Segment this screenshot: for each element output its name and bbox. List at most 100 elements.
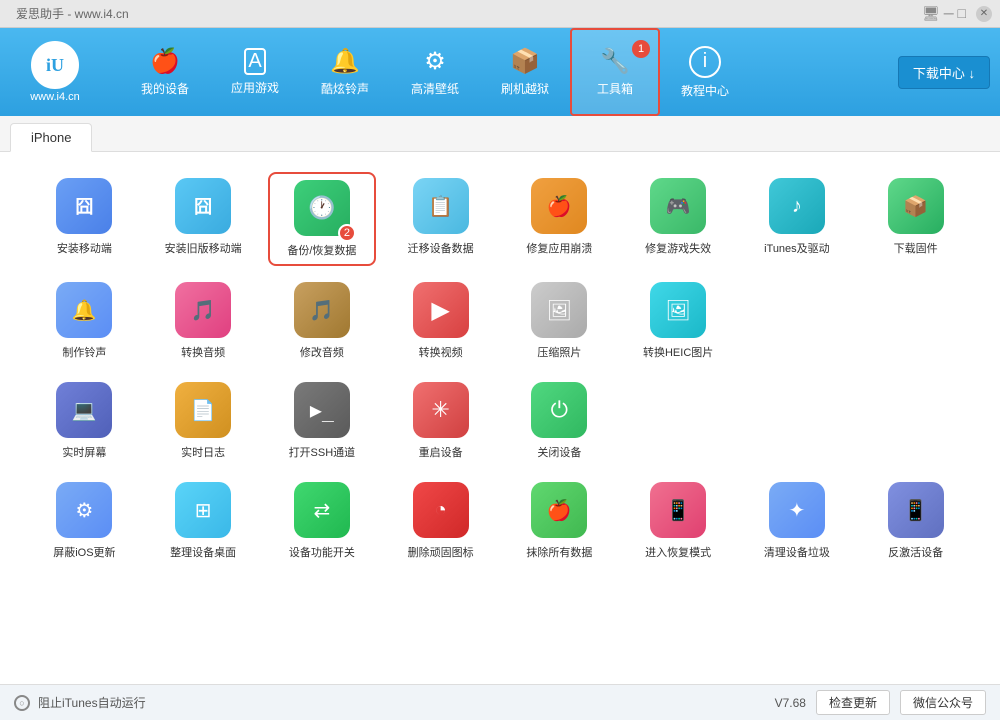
tool-clean-junk[interactable]: ✦ 清理设备垃圾 <box>743 476 852 566</box>
download-firmware-label: 下载固件 <box>894 240 938 256</box>
app-games-icon: A <box>244 48 265 75</box>
tool-delete-stubborn[interactable]: ◔ 删除顽固图标 <box>386 476 495 566</box>
ringtones-icon: 🔔 <box>330 47 360 76</box>
backup-restore-icon: 🕐 2 <box>294 180 350 236</box>
tool-realtime-log[interactable]: 📄 实时日志 <box>149 376 258 466</box>
nav-item-toolbox[interactable]: 🔧 工具箱 1 <box>570 28 660 116</box>
migrate-data-label: 迁移设备数据 <box>408 240 474 256</box>
make-ringtone-label: 制作铃声 <box>62 344 106 360</box>
realtime-log-icon: 📄 <box>175 382 231 438</box>
logo-text: www.i4.cn <box>30 91 80 103</box>
jailbreak-icon: 📦 <box>510 47 540 76</box>
tool-migrate-data[interactable]: 📋 迁移设备数据 <box>386 172 495 266</box>
tool-organize-desktop[interactable]: ⊞ 整理设备桌面 <box>149 476 258 566</box>
fix-game-label: 修复游戏失效 <box>645 240 711 256</box>
itunes-driver-label: iTunes及驱动 <box>764 240 830 256</box>
tab-bar: iPhone <box>0 116 1000 152</box>
tutorial-icon: i <box>689 46 721 78</box>
convert-audio-label: 转换音频 <box>181 344 225 360</box>
tool-block-ios-update[interactable]: ⚙ 屏蔽iOS更新 <box>30 476 139 566</box>
convert-video-label: 转换视频 <box>419 344 463 360</box>
my-device-label: 我的设备 <box>141 80 189 97</box>
anti-activate-icon: 📱 <box>888 482 944 538</box>
anti-activate-label: 反激活设备 <box>888 544 943 560</box>
tool-empty-3 <box>624 376 733 466</box>
download-firmware-icon: 📦 <box>888 178 944 234</box>
erase-all-label: 抹除所有数据 <box>526 544 592 560</box>
fix-game-icon: 🎮 <box>650 178 706 234</box>
open-ssh-label: 打开SSH通道 <box>289 444 356 460</box>
reboot-device-icon: ✳ <box>413 382 469 438</box>
tab-iphone[interactable]: iPhone <box>10 123 92 152</box>
nav-item-tutorial[interactable]: i 教程中心 <box>660 28 750 116</box>
check-update-button[interactable]: 检查更新 <box>816 690 890 715</box>
close-button[interactable]: ✕ <box>976 6 992 22</box>
backup-restore-label: 备份/恢复数据 <box>287 242 356 258</box>
tool-reboot-device[interactable]: ✳ 重启设备 <box>386 376 495 466</box>
delete-stubborn-icon: ◔ <box>413 482 469 538</box>
tool-convert-video[interactable]: ▶ 转换视频 <box>386 276 495 366</box>
status-bar: ○ 阻止iTunes自动运行 V7.68 检查更新 微信公众号 <box>0 684 1000 720</box>
tool-erase-all[interactable]: 🍎 抹除所有数据 <box>505 476 614 566</box>
convert-audio-icon: 🎵 <box>175 282 231 338</box>
fix-app-crash-label: 修复应用崩溃 <box>526 240 592 256</box>
convert-video-icon: ▶ <box>413 282 469 338</box>
tool-realtime-screen[interactable]: 💻 实时屏幕 <box>30 376 139 466</box>
tool-empty-4 <box>743 376 852 466</box>
jailbreak-label: 刷机越狱 <box>501 80 549 97</box>
block-ios-update-label: 屏蔽iOS更新 <box>53 544 115 560</box>
open-ssh-icon: ▶_ <box>294 382 350 438</box>
toolbox-icon: 🔧 <box>600 47 630 76</box>
wallpaper-icon: ⚙ <box>424 47 446 76</box>
shutdown-device-label: 关闭设备 <box>537 444 581 460</box>
nav-item-my-device[interactable]: 🍎 我的设备 <box>120 28 210 116</box>
tool-empty-2 <box>861 276 970 366</box>
compress-photo-icon: 🖼 <box>531 282 587 338</box>
status-text: 阻止iTunes自动运行 <box>38 694 146 711</box>
wechat-button[interactable]: 微信公众号 <box>900 690 986 715</box>
device-toggle-label: 设备功能开关 <box>289 544 355 560</box>
tool-empty-1 <box>743 276 852 366</box>
tool-fix-game[interactable]: 🎮 修复游戏失效 <box>624 172 733 266</box>
fix-app-crash-icon: 🍎 <box>531 178 587 234</box>
enter-recovery-icon: 📱 <box>650 482 706 538</box>
device-toggle-icon: ⇄ <box>294 482 350 538</box>
tool-install-app[interactable]: 囧 安装移动端 <box>30 172 139 266</box>
my-device-icon: 🍎 <box>150 47 180 76</box>
nav-item-ringtones[interactable]: 🔔 酷炫铃声 <box>300 28 390 116</box>
status-left: ○ 阻止iTunes自动运行 <box>14 694 146 711</box>
tool-enter-recovery[interactable]: 📱 进入恢复模式 <box>624 476 733 566</box>
install-app-icon: 囧 <box>56 178 112 234</box>
tool-itunes-driver[interactable]: ♪ iTunes及驱动 <box>743 172 852 266</box>
tool-fix-app-crash[interactable]: 🍎 修复应用崩溃 <box>505 172 614 266</box>
tool-edit-audio[interactable]: 🎵 修改音频 <box>268 276 377 366</box>
tool-compress-photo[interactable]: 🖼 压缩照片 <box>505 276 614 366</box>
version-text: V7.68 <box>775 696 806 710</box>
compress-photo-label: 压缩照片 <box>537 344 581 360</box>
status-circle-icon: ○ <box>14 695 30 711</box>
tool-device-toggle[interactable]: ⇄ 设备功能开关 <box>268 476 377 566</box>
nav-item-wallpaper[interactable]: ⚙ 高清壁纸 <box>390 28 480 116</box>
shutdown-device-icon: ⏻ <box>531 382 587 438</box>
tool-convert-audio[interactable]: 🎵 转换音频 <box>149 276 258 366</box>
tool-convert-heic[interactable]: 🖼 转换HEIC图片 <box>624 276 733 366</box>
tool-install-old[interactable]: 囧 安装旧版移动端 <box>149 172 258 266</box>
make-ringtone-icon: 🔔 <box>56 282 112 338</box>
nav-item-app-games[interactable]: A 应用游戏 <box>210 28 300 116</box>
tool-open-ssh[interactable]: ▶_ 打开SSH通道 <box>268 376 377 466</box>
logo-area: iU www.i4.cn <box>10 41 100 103</box>
tool-make-ringtone[interactable]: 🔔 制作铃声 <box>30 276 139 366</box>
tool-anti-activate[interactable]: 📱 反激活设备 <box>861 476 970 566</box>
realtime-screen-label: 实时屏幕 <box>62 444 106 460</box>
download-button[interactable]: 下载中心 ↓ <box>898 56 990 89</box>
organize-desktop-icon: ⊞ <box>175 482 231 538</box>
tools-row-4: ⚙ 屏蔽iOS更新 ⊞ 整理设备桌面 ⇄ 设备功能开关 ◔ 删除顽固图标 🍎 <box>30 476 970 566</box>
edit-audio-icon: 🎵 <box>294 282 350 338</box>
winbtn-area: 🖥 ─ □ <box>922 5 966 22</box>
tool-download-firmware[interactable]: 📦 下载固件 <box>861 172 970 266</box>
realtime-screen-icon: 💻 <box>56 382 112 438</box>
tool-shutdown-device[interactable]: ⏻ 关闭设备 <box>505 376 614 466</box>
tool-backup-restore[interactable]: 🕐 2 备份/恢复数据 <box>268 172 377 266</box>
nav-item-jailbreak[interactable]: 📦 刷机越狱 <box>480 28 570 116</box>
nav-items: 🍎 我的设备 A 应用游戏 🔔 酷炫铃声 ⚙ 高清壁纸 📦 刷机越狱 🔧 工具箱… <box>120 28 898 116</box>
